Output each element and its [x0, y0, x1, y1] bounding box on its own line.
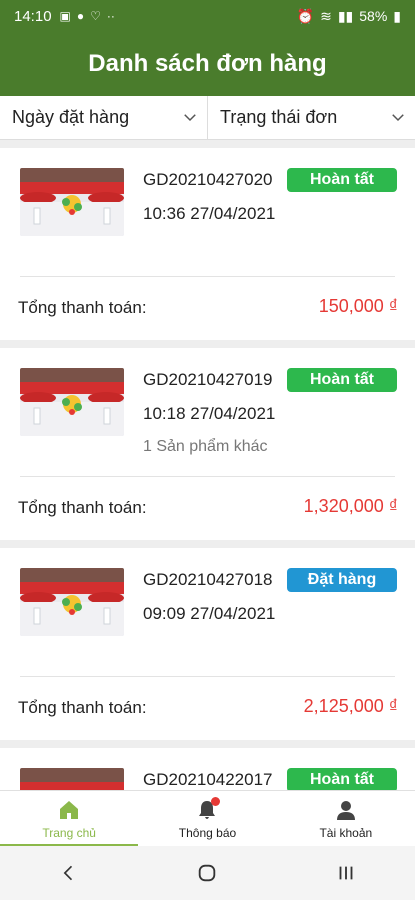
back-button[interactable]: [47, 851, 91, 895]
battery-level: 58%: [359, 8, 388, 24]
product-thumbnail: [20, 568, 124, 636]
gallery-icon: ▣: [59, 9, 71, 23]
order-code: GD20210427019: [143, 370, 273, 389]
nav-notifications[interactable]: Thông báo: [138, 791, 276, 846]
user-icon: [336, 800, 355, 820]
total-label: Tổng thanh toán:: [18, 698, 147, 717]
total-label: Tổng thanh toán:: [18, 498, 147, 517]
nav-home[interactable]: Trang chủ: [0, 791, 139, 846]
other-products-note: 1 Sản phẩm khác: [143, 438, 268, 455]
back-icon: [63, 865, 73, 881]
status-badge: Đặt hàng: [287, 568, 397, 592]
product-thumbnail: [20, 368, 124, 436]
recents-button[interactable]: [324, 851, 368, 895]
nav-label: Tài khoản: [319, 825, 373, 840]
chevron-down-icon: [184, 114, 196, 122]
order-code: GD20210427020: [143, 170, 273, 189]
order-code: GD20210427018: [143, 570, 273, 589]
status-bar: 14:10 ▣ ● ♡ ·· ⏰ ≋ ▮▮ 58% ▮: [0, 0, 415, 32]
filter-label: Ngày đặt hàng: [12, 107, 130, 127]
chevron-down-icon: [392, 114, 404, 122]
app-header: Danh sách đơn hàng: [0, 32, 415, 96]
total-label: Tổng thanh toán:: [18, 298, 147, 317]
wifi-icon: ≋: [320, 7, 332, 24]
battery-icon: ▮: [393, 7, 401, 24]
order-card[interactable]: GD20210427019 Hoàn tất 10:18 27/04/2021 …: [0, 348, 415, 540]
divider: [20, 276, 395, 277]
nav-label: Trang chủ: [42, 825, 96, 840]
more-icon: ··: [106, 9, 115, 23]
order-card[interactable]: GD20210427020 Hoàn tất 10:36 27/04/2021 …: [0, 148, 415, 340]
product-thumbnail: [20, 168, 124, 236]
bottom-nav: Trang chủ Thông báo Tài khoản: [0, 790, 415, 846]
product-thumbnail: [20, 768, 124, 790]
filter-label: Trạng thái đơn: [220, 107, 338, 127]
nav-account[interactable]: Tài khoản: [277, 791, 415, 846]
signal-icon: ▮▮: [337, 7, 354, 24]
status-badge: Hoàn tất: [287, 168, 397, 192]
total-value: 2,125,000 ₫: [303, 696, 398, 716]
order-date: 09:09 27/04/2021: [143, 604, 276, 623]
total-value: 1,320,000 ₫: [303, 496, 398, 516]
status-time: 14:10: [14, 7, 52, 25]
order-list: GD20210427020 Hoàn tất 10:36 27/04/2021 …: [0, 140, 415, 790]
heart-icon: ♡: [90, 9, 101, 23]
filter-order-date[interactable]: Ngày đặt hàng: [0, 96, 208, 139]
status-badge: Hoàn tất: [287, 768, 397, 790]
order-date: 10:36 27/04/2021: [143, 204, 276, 223]
filter-bar: Ngày đặt hàng Trạng thái đơn: [0, 96, 415, 140]
order-card[interactable]: GD20210422017 Hoàn tất: [0, 748, 415, 790]
filter-order-status[interactable]: Trạng thái đơn: [208, 96, 415, 139]
recents-icon: [339, 866, 353, 880]
messenger-icon: ●: [76, 9, 85, 23]
order-code: GD20210422017: [143, 770, 273, 789]
order-card[interactable]: GD20210427018 Đặt hàng 09:09 27/04/2021 …: [0, 548, 415, 740]
nav-label: Thông báo: [178, 825, 237, 840]
total-value: 150,000 ₫: [318, 296, 398, 316]
alarm-icon: ⏰: [296, 7, 315, 24]
notification-icons: ▣ ● ♡ ··: [60, 9, 115, 23]
page-title: Danh sách đơn hàng: [88, 50, 327, 77]
divider: [20, 676, 395, 677]
circle-home-icon: [199, 864, 216, 882]
divider: [20, 476, 395, 477]
system-nav-bar: [0, 846, 415, 900]
home-icon: [60, 800, 79, 819]
status-badge: Hoàn tất: [287, 368, 397, 392]
order-date: 10:18 27/04/2021: [143, 404, 276, 423]
home-system-button[interactable]: [185, 851, 229, 895]
